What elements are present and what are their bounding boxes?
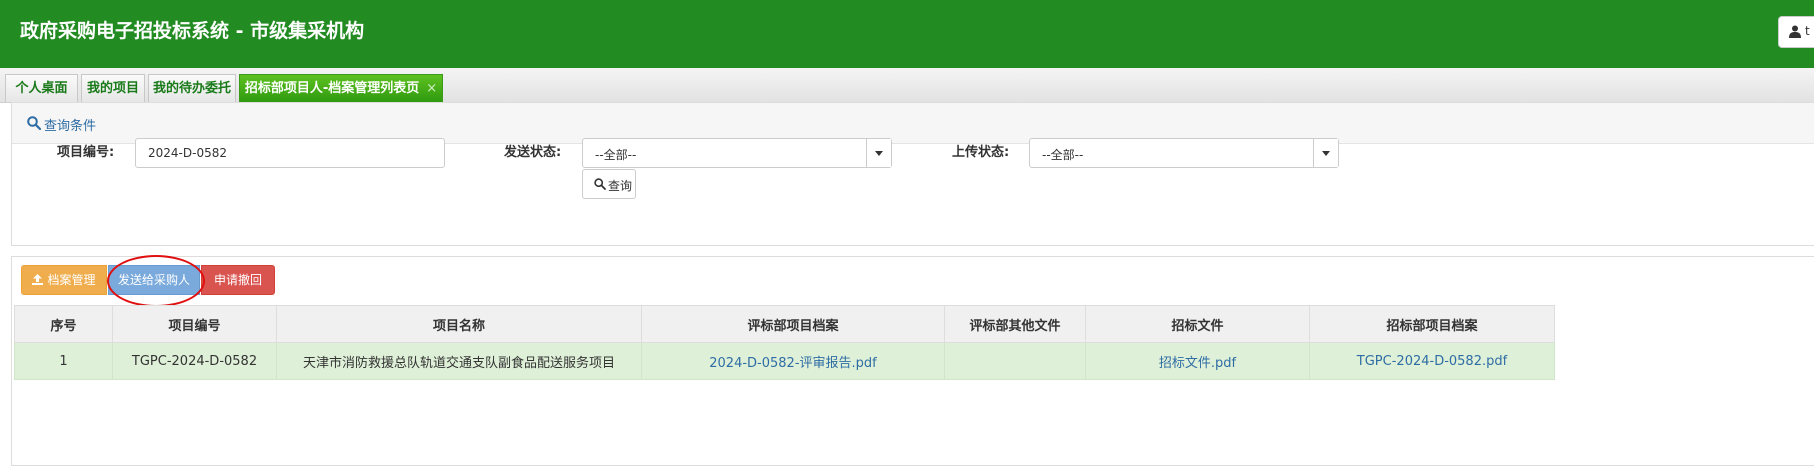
tab-archive-list[interactable]: 招标部项目人-档案管理列表页 × [239,74,443,102]
tab-label: 我的待办委托 [152,81,231,96]
user-menu-label: t [1805,24,1810,38]
column-header-tender-file[interactable]: 招标文件 [1085,305,1310,343]
search-icon [27,116,41,130]
column-header-eval-other[interactable]: 评标部其他文件 [944,305,1086,343]
query-panel: 查询条件 项目编号: 发送状态: --全部-- 上传状态: --全部-- 查询 [11,102,1814,246]
send-status-value: --全部-- [595,148,637,162]
cell-eval-archive: 2024-D-0582-评审报告.pdf [641,342,945,380]
user-menu-button[interactable]: t [1778,16,1814,48]
upload-icon [32,274,44,285]
cell-project-name: 天津市消防救援总队轨道交通支队副食品配送服务项目 [276,342,642,380]
cell-eval-other [944,342,1086,380]
send-status-select[interactable]: --全部-- [582,138,892,168]
cell-tender-archive: TGPC-2024-D-0582.pdf [1309,342,1555,380]
app-title: 政府采购电子招投标系统 - 市级集采机构 [20,20,365,42]
send-status-label: 发送状态: [504,145,562,160]
app-header: 政府采购电子招投标系统 - 市级集采机构 t [0,0,1814,68]
chevron-down-icon[interactable] [1313,139,1338,167]
chevron-down-icon[interactable] [866,139,891,167]
eval-archive-link[interactable]: 2024-D-0582-评审报告.pdf [709,356,876,371]
tab-personal-desktop[interactable]: 个人桌面 [5,74,78,102]
column-header-project-name[interactable]: 项目名称 [276,305,642,343]
tab-label: 招标部项目人-档案管理列表页 [244,81,420,96]
tab-close-icon[interactable]: × [426,81,437,96]
tender-archive-link[interactable]: TGPC-2024-D-0582.pdf [1357,354,1507,369]
tab-my-pending-entrust[interactable]: 我的待办委托 [148,74,236,102]
upload-status-select[interactable]: --全部-- [1029,138,1339,168]
apply-revoke-label: 申请撤回 [213,273,262,287]
search-icon [594,178,606,190]
column-header-eval-archive[interactable]: 评标部项目档案 [641,305,945,343]
query-panel-title: 查询条件 [44,119,97,134]
table-row[interactable]: 1 TGPC-2024-D-0582 天津市消防救援总队轨道交通支队副食品配送服… [14,342,1555,380]
tab-label: 个人桌面 [15,81,68,96]
archive-manage-label: 档案管理 [47,273,96,287]
cell-tender-file: 招标文件.pdf [1085,342,1310,380]
cell-index: 1 [14,342,113,380]
search-button[interactable]: 查询 [582,169,636,199]
list-panel: 档案管理 发送给采购人 申请撤回 序号 项目编号 项目名称 评标部项目档案 评标… [11,255,1814,466]
upload-status-label: 上传状态: [952,145,1010,160]
tender-file-link[interactable]: 招标文件.pdf [1159,356,1236,371]
cell-project-no: TGPC-2024-D-0582 [112,342,277,380]
tab-bar: 个人桌面 我的项目 我的待办委托 招标部项目人-档案管理列表页 × [0,68,1814,103]
annotation-circle [107,255,205,307]
archive-table: 序号 项目编号 项目名称 评标部项目档案 评标部其他文件 招标文件 招标部项目档… [14,305,1555,380]
search-button-label: 查询 [608,179,633,193]
upload-status-value: --全部-- [1042,148,1084,162]
column-header-index[interactable]: 序号 [14,305,113,343]
tab-my-projects[interactable]: 我的项目 [81,74,145,102]
user-icon [1789,25,1801,38]
project-no-label: 项目编号: [57,145,115,160]
project-no-input[interactable] [135,138,445,168]
tab-label: 我的项目 [86,81,139,96]
table-header-row: 序号 项目编号 项目名称 评标部项目档案 评标部其他文件 招标文件 招标部项目档… [14,305,1555,343]
column-header-project-no[interactable]: 项目编号 [112,305,277,343]
apply-revoke-button[interactable]: 申请撤回 [201,265,275,295]
archive-manage-button[interactable]: 档案管理 [21,265,107,295]
column-header-tender-archive[interactable]: 招标部项目档案 [1309,305,1555,343]
